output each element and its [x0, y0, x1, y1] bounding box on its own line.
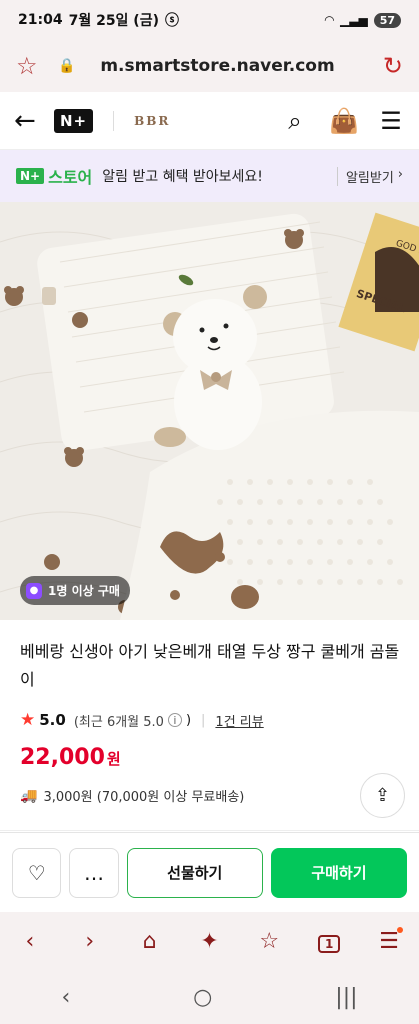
- price-row: 22,000 원: [20, 745, 121, 770]
- battery-badge: 57: [373, 12, 401, 28]
- tab-count: 1: [317, 934, 341, 953]
- naver-plus-logo[interactable]: N+: [54, 108, 94, 133]
- menu-icon[interactable]: ☰: [377, 107, 405, 135]
- url-bar: ☆ 🔒 m.smartstore.naver.com ↻: [0, 40, 419, 92]
- nplus-store-logo: N+ 스토어: [16, 164, 92, 188]
- rating-recent: (최근 6개월 5.0: [73, 714, 164, 730]
- status-bar: 21:04 7월 25일 (금) ⓢ ◠ ▁▃▅ 57: [0, 0, 419, 40]
- rating-recent-close: ): [185, 712, 192, 728]
- tabs-button[interactable]: 1: [309, 929, 349, 954]
- shopping-bag-icon[interactable]: 👜: [329, 107, 359, 135]
- rating-value: 5.0: [39, 711, 66, 729]
- notification-icon: ⓢ: [165, 13, 179, 29]
- nplus-mini-logo: N+: [16, 168, 45, 184]
- chat-bubble-icon: …: [84, 860, 105, 885]
- lock-icon[interactable]: 🔒: [52, 58, 82, 74]
- promo-text: 알림 받고 혜택 받아보세요!: [102, 169, 263, 185]
- brand-logo[interactable]: BBR: [134, 114, 170, 128]
- content-divider: [0, 830, 419, 831]
- rating-row: ★ 5.0 (최근 6개월 5.0 i ) | 1건 리뷰: [20, 710, 264, 730]
- chat-button[interactable]: …: [69, 847, 119, 898]
- review-count-link[interactable]: 1건 리뷰: [215, 711, 263, 730]
- product-title: 베베랑 신생아 아기 낮은베개 태열 두상 짱구 쿨베개 곰돌이: [20, 642, 400, 689]
- browser-back-icon[interactable]: ‹: [10, 929, 50, 954]
- android-nav-bar: ‹ ○ |||: [0, 970, 419, 1024]
- menu-notification-dot: [396, 926, 403, 933]
- star-icon: ★: [20, 710, 36, 730]
- group-badge-text: 1명 이상 구매: [48, 584, 120, 598]
- status-date: 7월 25일 (금): [68, 13, 159, 29]
- bookmarks-star-icon[interactable]: ☆: [249, 929, 289, 954]
- heart-check-icon: ♡: [27, 860, 46, 885]
- price-currency: 원: [106, 750, 121, 768]
- signal-icon: ▁▃▅: [340, 13, 368, 27]
- bookmark-star-icon[interactable]: ☆: [16, 52, 52, 80]
- wifi-icon: ◠: [324, 13, 334, 27]
- gift-button[interactable]: 선물하기: [126, 847, 263, 898]
- share-icon: ⇪: [374, 785, 391, 806]
- subscribe-alert-label: 알림받기: [345, 170, 394, 186]
- url-text[interactable]: m.smartstore.naver.com: [82, 56, 353, 76]
- browser-menu-icon[interactable]: ☰: [369, 926, 409, 954]
- home-icon[interactable]: ⌂: [130, 929, 170, 954]
- site-header: ← N+ BBR ⌕ 👜 ☰: [0, 92, 419, 150]
- sparkle-icon[interactable]: ✦: [189, 929, 229, 954]
- store-word: 스토어: [48, 168, 93, 187]
- notification-promo-banner[interactable]: N+ 스토어 알림 받고 혜택 받아보세요! 알림받기 ›: [0, 150, 419, 202]
- buy-button[interactable]: 구매하기: [270, 847, 407, 898]
- product-photo: GOD MA SPECIAL: [0, 202, 419, 620]
- search-icon[interactable]: ⌕: [281, 107, 309, 135]
- shipping-row: 🚚 3,000원 (70,000원 이상 무료배송): [20, 786, 245, 806]
- chevron-right-icon: ›: [397, 166, 403, 182]
- product-image[interactable]: GOD MA SPECIAL: [0, 202, 419, 620]
- back-arrow-icon[interactable]: ←: [14, 106, 54, 136]
- header-divider: [113, 110, 115, 131]
- nav-back-icon[interactable]: ‹: [61, 985, 70, 1010]
- subscribe-alert-link[interactable]: 알림받기 ›: [336, 166, 403, 186]
- nav-home-icon[interactable]: ○: [193, 985, 212, 1010]
- browser-toolbar: ‹ › ⌂ ✦ ☆ 1 ☰: [0, 912, 419, 970]
- shipping-text: 3,000원 (70,000원 이상 무료배송): [43, 790, 245, 805]
- wishlist-button[interactable]: ♡: [12, 847, 62, 898]
- browser-forward-icon[interactable]: ›: [70, 929, 110, 954]
- status-time: 21:04: [18, 12, 63, 28]
- price-value: 22,000: [20, 745, 105, 770]
- reload-icon[interactable]: ↻: [367, 52, 403, 80]
- group-buy-badge: ● 1명 이상 구매: [20, 576, 130, 605]
- group-badge-icon: ●: [26, 582, 42, 599]
- nav-recents-icon[interactable]: |||: [335, 985, 357, 1010]
- share-button[interactable]: ⇪: [360, 773, 405, 818]
- purchase-action-bar: ♡ … 선물하기 구매하기: [0, 832, 419, 912]
- truck-icon: 🚚: [20, 787, 38, 804]
- rating-separator: |: [201, 712, 206, 728]
- info-icon[interactable]: i: [167, 713, 182, 727]
